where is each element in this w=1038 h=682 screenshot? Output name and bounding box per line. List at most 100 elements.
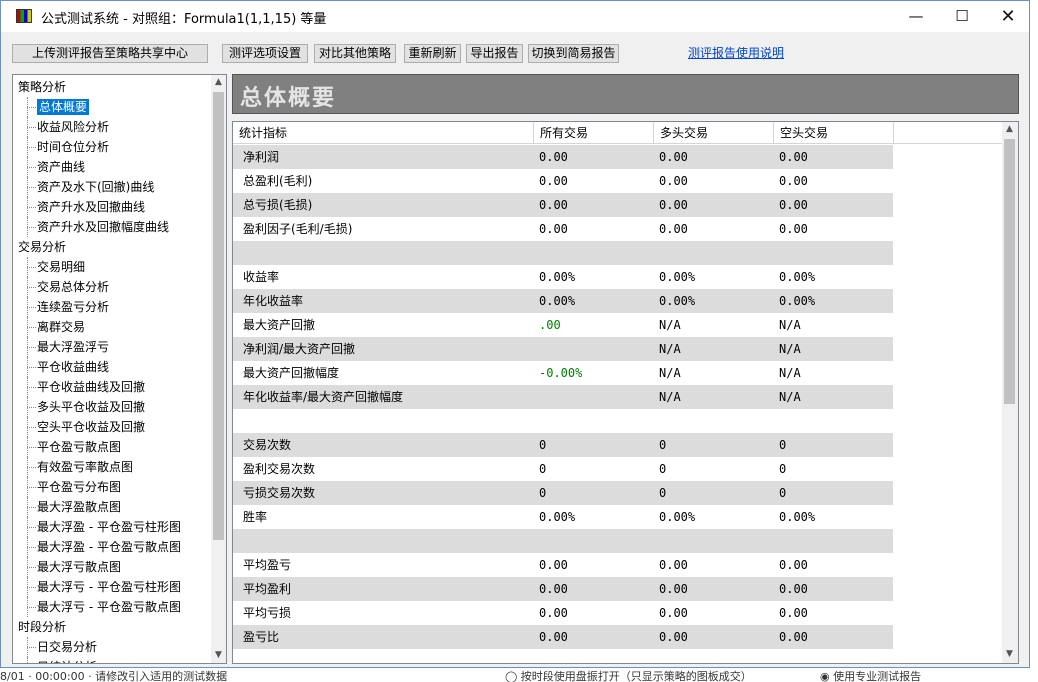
switch-simple-report-button[interactable]: 切换到简易报告 bbox=[528, 44, 619, 63]
tree-item[interactable]: 交易总体分析 bbox=[13, 277, 211, 297]
tree-item[interactable]: 交易明细 bbox=[13, 257, 211, 277]
help-link[interactable]: 测评报告使用说明 bbox=[688, 44, 784, 61]
close-button[interactable]: ✕ bbox=[985, 1, 1031, 32]
table-row[interactable] bbox=[233, 241, 1003, 265]
table-row[interactable]: 平均盈利 0.00 0.00 0.00 bbox=[233, 577, 1003, 601]
table-row[interactable]: 交易次数 0 0 0 bbox=[233, 433, 1003, 457]
tree-item[interactable]: 平仓盈亏分布图 bbox=[13, 477, 211, 497]
column-header-short[interactable]: 空头交易 bbox=[774, 122, 894, 144]
tree-item[interactable]: 资产曲线 bbox=[13, 157, 211, 177]
column-header-all[interactable]: 所有交易 bbox=[534, 122, 654, 144]
table-row[interactable] bbox=[233, 529, 1003, 553]
tree-item[interactable]: 日交易分析 bbox=[13, 637, 211, 657]
cell-short: 0 bbox=[779, 438, 787, 452]
tree-item[interactable]: 离群交易 bbox=[13, 317, 211, 337]
table-row[interactable]: 最大资产回撤幅度 -0.00% N/A N/A bbox=[233, 361, 1003, 385]
tree-item-label: 日交易分析 bbox=[37, 640, 98, 654]
cell-metric: 盈亏比 bbox=[243, 630, 280, 644]
cell-all: 0.00 bbox=[539, 582, 568, 596]
tree-item[interactable]: 最大浮盈散点图 bbox=[13, 497, 211, 517]
table-row[interactable]: 总盈利(毛利) 0.00 0.00 0.00 bbox=[233, 169, 1003, 193]
background-radio-option: ◯ 按时段使用盘振打开（只显示策略的图板成交） bbox=[505, 670, 752, 682]
tree-item[interactable]: 最大浮亏 - 平仓盈亏柱形图 bbox=[13, 577, 211, 597]
cell-metric: 最大资产回撤幅度 bbox=[243, 366, 340, 380]
tree-item[interactable]: 平仓收益曲线 bbox=[13, 357, 211, 377]
tree-item[interactable]: 资产升水及回撤曲线 bbox=[13, 197, 211, 217]
maximize-button[interactable]: ☐ bbox=[939, 1, 985, 32]
table-row[interactable]: 平均盈亏 0.00 0.00 0.00 bbox=[233, 553, 1003, 577]
table-row[interactable] bbox=[233, 409, 1003, 433]
tree-item[interactable]: 总体概要 bbox=[13, 97, 211, 117]
tree-item[interactable]: 资产及水下(回撤)曲线 bbox=[13, 177, 211, 197]
navigation-tree[interactable]: 策略分析总体概要 收益风险分析 时间仓位分析 资产曲线 资产及水下(回撤)曲线 资产升水及… bbox=[12, 74, 227, 664]
tree-scrollbar[interactable]: ▲ ▼ bbox=[211, 75, 226, 663]
export-report-button[interactable]: 导出报告 bbox=[466, 44, 523, 63]
table-row[interactable]: 平均亏损 0.00 0.00 0.00 bbox=[233, 601, 1003, 625]
table-row[interactable]: 胜率 0.00% 0.00% 0.00% bbox=[233, 505, 1003, 529]
column-header-long[interactable]: 多头交易 bbox=[654, 122, 774, 144]
cell-all: .00 bbox=[539, 318, 561, 332]
tree-item[interactable]: 最大浮亏散点图 bbox=[13, 557, 211, 577]
tree-item[interactable]: 最大浮盈 - 平仓盈亏散点图 bbox=[13, 537, 211, 557]
tree-item[interactable]: 收益风险分析 bbox=[13, 117, 211, 137]
upload-report-button[interactable]: 上传测评报告至策略共享中心 bbox=[12, 44, 208, 63]
tree-item[interactable]: 平仓收益曲线及回撤 bbox=[13, 377, 211, 397]
tree-item[interactable]: 有效盈亏率散点图 bbox=[13, 457, 211, 477]
cell-short: 0.00 bbox=[779, 150, 808, 164]
compare-strategy-button[interactable]: 对比其他策略 bbox=[314, 44, 396, 63]
tree-item[interactable]: 平仓盈亏散点图 bbox=[13, 437, 211, 457]
title-bar[interactable]: 公式测试系统 - 对照组：Formula1(1,1,15) 等量 — ☐ ✕ bbox=[1, 1, 1029, 32]
table-row[interactable]: 收益率 0.00% 0.00% 0.00% bbox=[233, 265, 1003, 289]
tree-group[interactable]: 策略分析 bbox=[13, 77, 211, 97]
table-row[interactable]: 净利润 0.00 0.00 0.00 bbox=[233, 145, 1003, 169]
table-row[interactable]: 总亏损(毛损) 0.00 0.00 0.00 bbox=[233, 193, 1003, 217]
cell-long: 0 bbox=[659, 486, 667, 500]
tree-item[interactable]: 时间仓位分析 bbox=[13, 137, 211, 157]
scrollbar-thumb[interactable] bbox=[1004, 139, 1015, 404]
tree-item-label: 策略分析 bbox=[18, 80, 67, 94]
refresh-button[interactable]: 重新刷新 bbox=[404, 44, 461, 63]
tree-item[interactable]: 多头平仓收益及回撤 bbox=[13, 397, 211, 417]
table-row[interactable]: 盈利交易次数 0 0 0 bbox=[233, 457, 1003, 481]
tree-item[interactable]: 最大浮盈 - 平仓盈亏柱形图 bbox=[13, 517, 211, 537]
cell-all: 0.00% bbox=[539, 510, 576, 524]
tree-item[interactable]: 空头平仓收益及回撤 bbox=[13, 417, 211, 437]
table-row[interactable]: 亏损交易次数 0 0 0 bbox=[233, 481, 1003, 505]
cell-short: 0.00 bbox=[779, 606, 808, 620]
table-scrollbar[interactable]: ▲ ▼ bbox=[1002, 122, 1018, 663]
cell-short: 0 bbox=[779, 462, 787, 476]
table-row[interactable]: 盈亏比 0.00 0.00 0.00 bbox=[233, 625, 1003, 649]
tree-group[interactable]: 交易分析 bbox=[13, 237, 211, 257]
tree-item[interactable]: 最大浮亏 - 平仓盈亏散点图 bbox=[13, 597, 211, 617]
column-header-metric[interactable]: 统计指标 bbox=[233, 122, 534, 144]
tree-group[interactable]: 时段分析 bbox=[13, 617, 211, 637]
cell-long: 0.00% bbox=[659, 510, 696, 524]
table-row[interactable]: 年化收益率/最大资产回撤幅度 N/A N/A bbox=[233, 385, 1003, 409]
tree-item[interactable]: 资产升水及回撤幅度曲线 bbox=[13, 217, 211, 237]
table-row[interactable]: 净利润/最大资产回撤 N/A N/A bbox=[233, 337, 1003, 361]
scroll-up-icon[interactable]: ▲ bbox=[211, 75, 226, 90]
tree-item[interactable]: 连续盈亏分析 bbox=[13, 297, 211, 317]
tree-item[interactable]: 最大浮盈浮亏 bbox=[13, 337, 211, 357]
tree-item-label: 最大浮盈浮亏 bbox=[37, 340, 110, 354]
cell-short: 0.00% bbox=[779, 294, 816, 308]
table-row[interactable]: 年化收益率 0.00% 0.00% 0.00% bbox=[233, 289, 1003, 313]
summary-table[interactable]: 统计指标 所有交易 多头交易 空头交易 净利润 0.00 0.00 0.00 总盈利(毛… bbox=[232, 121, 1019, 664]
cell-short: 0.00% bbox=[779, 270, 816, 284]
scroll-down-icon[interactable]: ▼ bbox=[1002, 647, 1017, 662]
table-row[interactable]: 最大资产回撤 .00 N/A N/A bbox=[233, 313, 1003, 337]
cell-long: N/A bbox=[659, 318, 681, 332]
scroll-up-icon[interactable]: ▲ bbox=[1002, 122, 1017, 137]
cell-short: N/A bbox=[779, 342, 801, 356]
minimize-button[interactable]: — bbox=[893, 1, 939, 32]
cell-all: 0.00 bbox=[539, 558, 568, 572]
cell-all: 0.00 bbox=[539, 150, 568, 164]
table-row[interactable]: 盈利因子(毛利/毛损) 0.00 0.00 0.00 bbox=[233, 217, 1003, 241]
cell-short: 0.00 bbox=[779, 222, 808, 236]
cell-metric: 净利润 bbox=[243, 150, 280, 164]
scrollbar-thumb[interactable] bbox=[213, 92, 224, 540]
tree-item-label: 日统计分析 bbox=[37, 660, 97, 663]
tree-item[interactable]: 日统计分析 bbox=[13, 657, 211, 663]
test-options-button[interactable]: 测评选项设置 bbox=[222, 44, 308, 63]
scroll-down-icon[interactable]: ▼ bbox=[211, 648, 226, 663]
